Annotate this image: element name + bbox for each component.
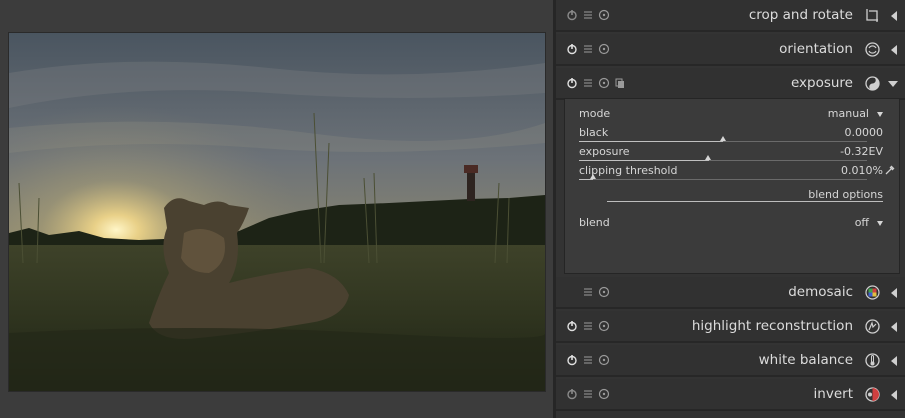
exposure-value: -0.32EV: [840, 145, 883, 158]
reset-icon[interactable]: [598, 320, 610, 332]
blend-options-divider: [607, 201, 883, 202]
power-icon[interactable]: [566, 320, 578, 332]
module-exposure[interactable]: exposure: [556, 68, 905, 100]
crop-icon: [866, 9, 878, 22]
module-orientation[interactable]: orientation: [556, 34, 905, 66]
collapse-arrow-icon[interactable]: [891, 322, 897, 332]
presets-icon[interactable]: [614, 77, 626, 89]
expand-arrow-icon[interactable]: [888, 81, 898, 87]
collapse-arrow-icon[interactable]: [891, 11, 897, 21]
exposure-slider-handle[interactable]: [705, 155, 712, 160]
menu-icon[interactable]: [582, 388, 594, 400]
clipping-value: 0.010%: [841, 164, 883, 177]
collapse-arrow-icon[interactable]: [891, 390, 897, 400]
clipping-slider-handle[interactable]: [589, 174, 596, 179]
module-crop-and-rotate[interactable]: crop and rotate: [556, 0, 905, 32]
power-icon[interactable]: [566, 388, 578, 400]
module-label: orientation: [779, 41, 853, 57]
menu-icon[interactable]: [582, 354, 594, 366]
power-icon[interactable]: [566, 354, 578, 366]
black-slider-fill: [579, 141, 723, 142]
module-label: demosaic: [788, 284, 853, 300]
photo-preview[interactable]: [8, 32, 546, 392]
module-label: crop and rotate: [748, 7, 853, 23]
reset-icon[interactable]: [598, 43, 610, 55]
menu-icon[interactable]: [582, 320, 594, 332]
clipping-slider[interactable]: [579, 179, 867, 180]
color-picker-icon[interactable]: [885, 165, 895, 175]
right-panel: crop and rotate orientation exposure mod…: [556, 0, 905, 418]
white-balance-icon: [865, 353, 880, 368]
black-slider-handle[interactable]: [719, 136, 726, 141]
collapse-arrow-icon[interactable]: [891, 45, 897, 55]
power-icon[interactable]: [566, 9, 578, 21]
black-label: black: [579, 126, 609, 139]
photo-image: [9, 33, 545, 391]
menu-icon[interactable]: [582, 43, 594, 55]
demosaic-icon: [865, 285, 880, 300]
invert-icon: [865, 387, 880, 402]
black-slider[interactable]: [579, 141, 867, 142]
module-label: highlight reconstruction: [691, 318, 853, 334]
module-white-balance[interactable]: white balance: [556, 345, 905, 377]
reset-icon[interactable]: [598, 354, 610, 366]
blend-options-header: blend options: [808, 188, 883, 201]
module-highlight-reconstruction[interactable]: highlight reconstruction: [556, 311, 905, 343]
orientation-icon: [865, 42, 880, 57]
clipping-slider-fill: [579, 179, 594, 180]
exposure-label: exposure: [579, 145, 630, 158]
highlight-icon: [865, 319, 880, 334]
menu-icon[interactable]: [582, 286, 594, 298]
blend-value: off: [854, 216, 869, 229]
center-view: [0, 0, 553, 418]
exposure-slider[interactable]: [579, 160, 867, 161]
exposure-settings: mode manual black 0.0000 exposure -0.32E…: [564, 98, 900, 274]
mode-dropdown[interactable]: manual: [828, 107, 883, 120]
menu-icon[interactable]: [582, 9, 594, 21]
exposure-slider-fill: [579, 160, 709, 161]
menu-icon[interactable]: [582, 77, 594, 89]
blend-label: blend: [579, 216, 610, 229]
reset-icon[interactable]: [598, 286, 610, 298]
mode-label: mode: [579, 107, 611, 120]
module-label: exposure: [790, 75, 853, 91]
collapse-arrow-icon[interactable]: [891, 356, 897, 366]
reset-icon[interactable]: [598, 77, 610, 89]
module-label: invert: [813, 386, 853, 402]
dropdown-arrow-icon: [877, 220, 883, 226]
power-icon[interactable]: [566, 77, 578, 89]
module-invert[interactable]: invert: [556, 379, 905, 411]
reset-icon[interactable]: [598, 9, 610, 21]
blend-dropdown[interactable]: off: [855, 216, 883, 229]
module-demosaic[interactable]: demosaic: [556, 277, 905, 309]
collapse-arrow-icon[interactable]: [891, 288, 897, 298]
power-icon[interactable]: [566, 43, 578, 55]
reset-icon[interactable]: [598, 388, 610, 400]
exposure-icon: [865, 76, 880, 91]
module-label: white balance: [758, 352, 853, 368]
dropdown-arrow-icon: [877, 111, 883, 117]
mode-value: manual: [827, 107, 869, 120]
black-value: 0.0000: [844, 126, 884, 139]
